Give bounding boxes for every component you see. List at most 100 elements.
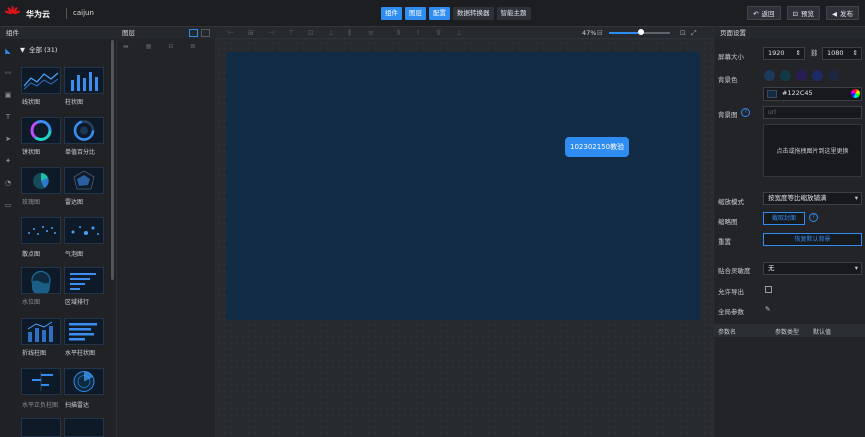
publish-label: 发布	[840, 10, 853, 18]
tab-smart-theme[interactable]: 智能主题	[496, 7, 531, 20]
snap-sensitivity-select[interactable]: 无 ▾	[763, 262, 862, 275]
distribute-v-icon[interactable]: ≡	[368, 29, 374, 37]
bg-upload-area[interactable]: 点击或拖拽图片到这里更换	[763, 124, 862, 177]
help-icon[interactable]: ?	[741, 108, 750, 117]
more-chart-thumb[interactable]	[64, 418, 104, 437]
item-label: 气泡图	[65, 251, 84, 258]
stepper-icon[interactable]: ⇕	[853, 48, 858, 59]
align-middle-icon[interactable]: ⊡	[308, 29, 314, 37]
lock-icon[interactable]: ⊟	[168, 43, 173, 50]
back-arrow-icon: ↶	[753, 10, 759, 18]
line-chart-icon[interactable]	[21, 67, 61, 94]
column-header: 参数类型	[775, 329, 800, 336]
allow-export-checkbox[interactable]	[765, 286, 772, 293]
zoom-slider-track[interactable]	[642, 32, 670, 34]
item-label: 折线柱图	[22, 350, 47, 357]
align-left-icon[interactable]: ⊢	[228, 29, 234, 37]
fit-screen-icon[interactable]: ⊡	[680, 29, 686, 37]
color-swatch[interactable]	[796, 70, 807, 81]
item-label: 玫瑰图	[22, 199, 41, 206]
color-swatch[interactable]	[764, 70, 775, 81]
bg-url-input[interactable]: url	[763, 106, 862, 119]
ungroup-icon[interactable]: ▦	[146, 43, 152, 50]
back-button[interactable]: ↶ 返回	[747, 6, 781, 20]
scale-mode-select[interactable]: 按宽度等比缩放铺满 ▾	[763, 192, 862, 205]
capture-cover-button[interactable]: 截取封面	[763, 212, 805, 225]
width-input[interactable]: 1920 ⇕	[763, 47, 805, 60]
align-right-icon[interactable]: ⊣	[268, 29, 274, 37]
restore-default-bg-button[interactable]: 恢复默认背景	[763, 233, 862, 246]
line-bar-icon[interactable]	[21, 318, 61, 345]
ranking-icon[interactable]	[64, 267, 104, 294]
scatter-chart-icon[interactable]	[21, 217, 61, 244]
align-top-icon[interactable]: ⊤	[288, 29, 294, 37]
height-input[interactable]: 1080 ⇕	[822, 47, 862, 60]
list-view-icon[interactable]	[189, 29, 198, 37]
tab-data-converter[interactable]: 数据转换器	[453, 7, 494, 20]
color-swatch[interactable]	[828, 70, 839, 81]
zoom-slider-handle[interactable]	[638, 29, 644, 35]
edit-icon[interactable]: ✎	[765, 305, 770, 313]
item-label: 散点图	[22, 251, 41, 258]
color-swatch[interactable]	[780, 70, 791, 81]
color-picker-icon[interactable]	[851, 89, 860, 98]
send-icon: ◀	[832, 10, 837, 18]
delete-icon[interactable]: ⊠	[190, 43, 195, 50]
category-rail: ◣ 〰 ▣ T ➤ ✦ ◔ ▭	[0, 39, 16, 437]
project-name[interactable]: caijun	[73, 9, 94, 17]
category-header[interactable]: ▼ 全部 (31)	[20, 44, 57, 54]
category-label: 全部 (31)	[29, 46, 58, 54]
snap-sensitivity-value: 无	[768, 264, 775, 272]
folder-icon[interactable]: ▬	[123, 43, 129, 50]
width-value: 1920	[768, 49, 785, 57]
text-category-icon[interactable]: T	[4, 113, 12, 121]
align-bottom-icon[interactable]: ⊥	[328, 29, 334, 37]
nav-category-icon[interactable]: ➤	[4, 135, 12, 143]
canvas-component-chip[interactable]: 102302150教验	[565, 137, 630, 157]
media-category-icon[interactable]: ▣	[4, 91, 12, 99]
properties-panel-title: 页面设置	[714, 27, 865, 39]
publish-button[interactable]: ◀ 发布	[826, 6, 859, 20]
liquid-fill-icon[interactable]	[21, 267, 61, 296]
tab-config[interactable]: 配置	[429, 7, 450, 20]
fullscreen-icon[interactable]: ⤢	[691, 29, 697, 38]
item-label: 水位图	[22, 299, 41, 306]
distribute-h-icon[interactable]: ⫼	[348, 29, 351, 38]
tab-layers[interactable]: 图层	[405, 7, 426, 20]
bar-chart-icon[interactable]	[64, 67, 104, 94]
pie-chart-icon[interactable]	[21, 117, 61, 144]
align-center-icon[interactable]: ⊞	[248, 29, 254, 37]
screen-canvas[interactable]	[226, 52, 700, 320]
caret-down-icon: ▾	[854, 264, 858, 272]
rose-chart-icon[interactable]	[21, 167, 61, 194]
components-scrollbar[interactable]	[111, 40, 114, 280]
zoom-level: 47%	[582, 29, 597, 37]
tab-components[interactable]: 组件	[381, 7, 402, 20]
link-icon[interactable]: ⛓	[810, 49, 818, 57]
move-down-icon[interactable]: ⊽	[436, 29, 441, 37]
decor-category-icon[interactable]: ✦	[4, 157, 12, 165]
horizontal-bar-icon[interactable]	[64, 318, 104, 345]
preview-button[interactable]: ⊡ 预览	[786, 6, 820, 20]
move-up-icon[interactable]: ⊼	[396, 29, 401, 37]
topbar-actions: ↶ 返回 ⊡ 预览 ◀ 发布	[747, 6, 859, 20]
posneg-bar-icon[interactable]	[21, 368, 61, 395]
grid-view-icon[interactable]	[201, 29, 210, 37]
bubble-chart-icon[interactable]	[64, 217, 104, 244]
color-swatch[interactable]	[812, 70, 823, 81]
stepper-icon[interactable]: ⇕	[796, 48, 801, 59]
percent-ring-icon[interactable]	[64, 117, 104, 144]
more-chart-thumb[interactable]	[21, 418, 61, 437]
map-category-icon[interactable]: ◔	[4, 179, 12, 187]
zoom-out-icon[interactable]: ⊟	[597, 29, 603, 37]
radar-chart-icon[interactable]	[64, 167, 104, 194]
help-icon[interactable]: ?	[809, 213, 818, 222]
item-label: 单值百分比	[65, 149, 96, 156]
all-charts-icon[interactable]: ◣	[4, 47, 12, 55]
line-category-icon[interactable]: 〰	[4, 69, 12, 77]
move-top-icon[interactable]: ⊺	[416, 29, 420, 37]
move-bottom-icon[interactable]: ⊥	[456, 29, 462, 37]
scan-radar-icon[interactable]	[64, 368, 104, 395]
misc-category-icon[interactable]: ▭	[4, 201, 12, 209]
preview-label: 预览	[801, 10, 814, 18]
